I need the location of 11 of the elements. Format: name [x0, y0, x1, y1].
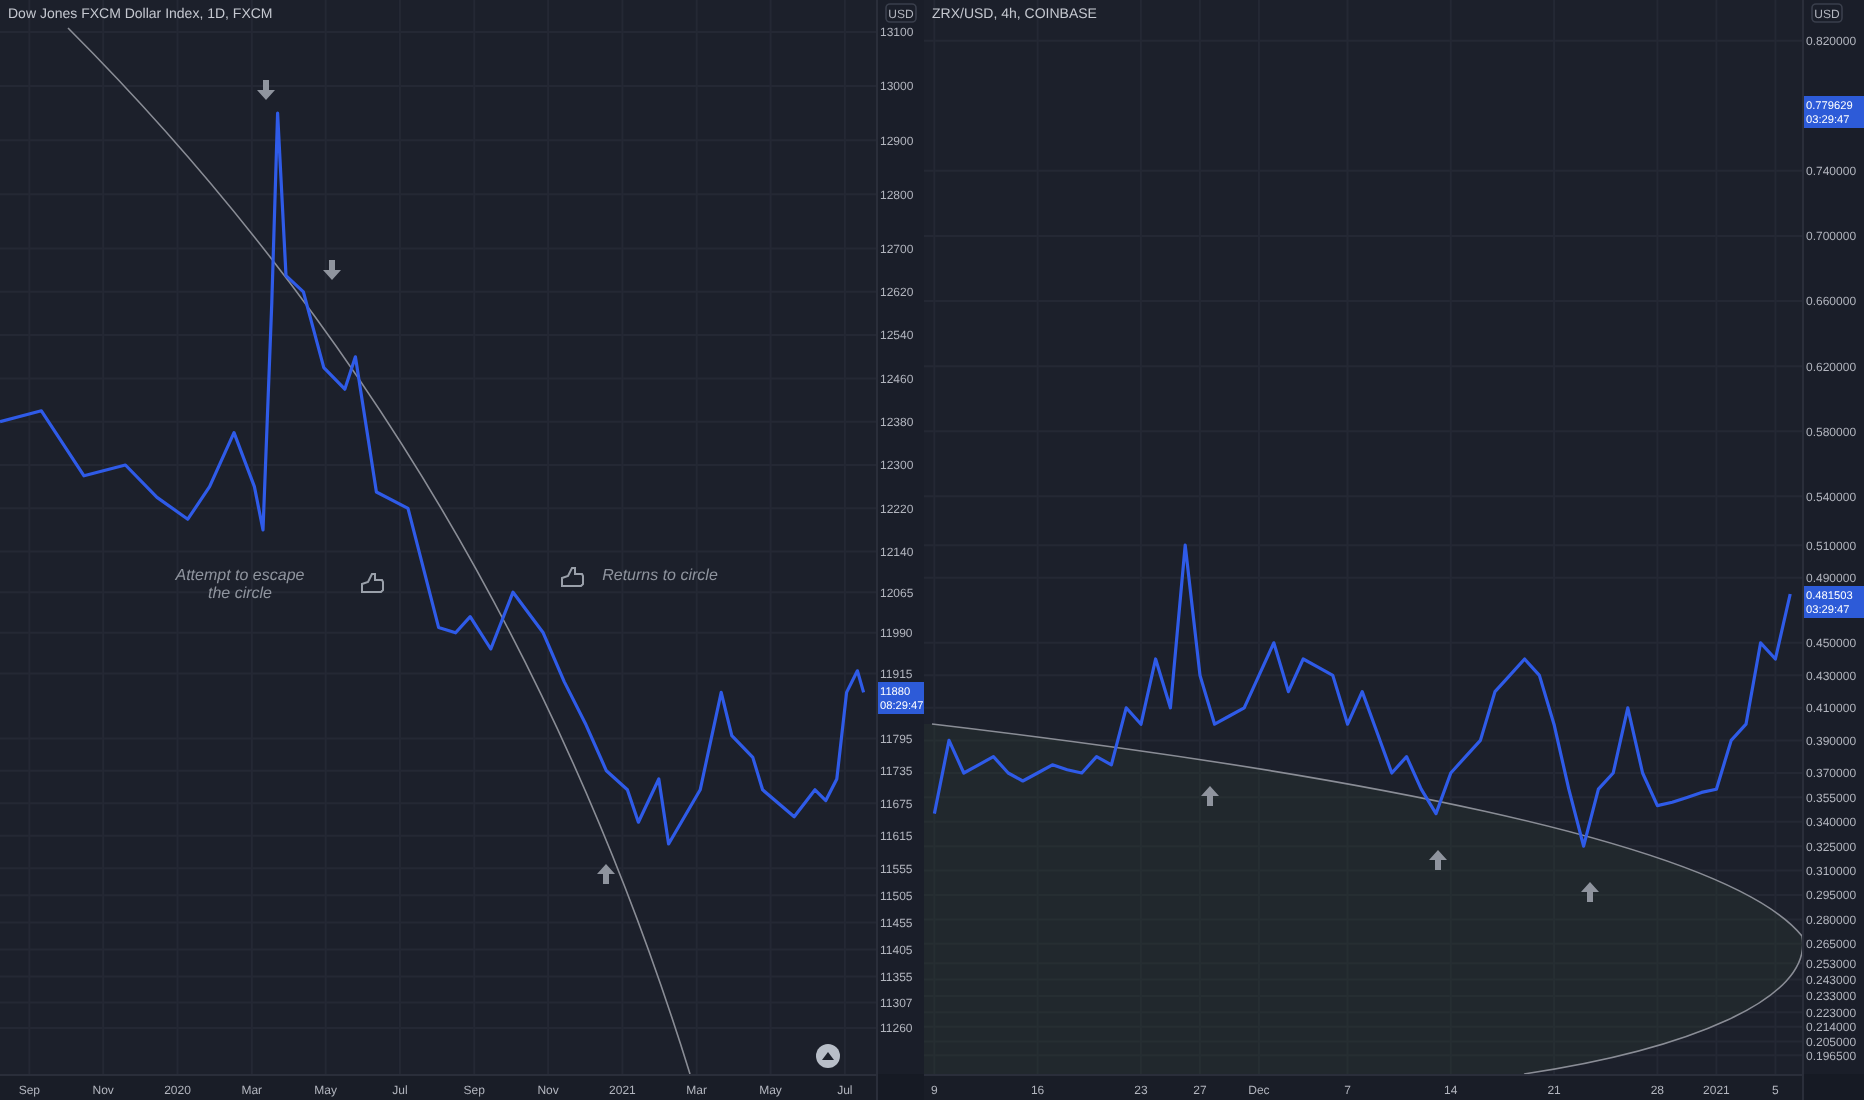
chart-logo-icon [816, 1044, 840, 1068]
down-arrow-icon [323, 260, 341, 280]
pointing-hand-icon [561, 567, 584, 587]
up-arrow-icon [1429, 850, 1447, 870]
annotation-text: Attempt to escape the circle [175, 566, 305, 602]
up-arrow-icon [597, 864, 615, 884]
annotation-text: Returns to circle [602, 566, 718, 584]
up-arrow-icon [1201, 786, 1219, 806]
down-arrow-icon [257, 80, 275, 100]
up-arrow-icon [1581, 882, 1599, 902]
pointing-hand-icon [361, 573, 384, 593]
